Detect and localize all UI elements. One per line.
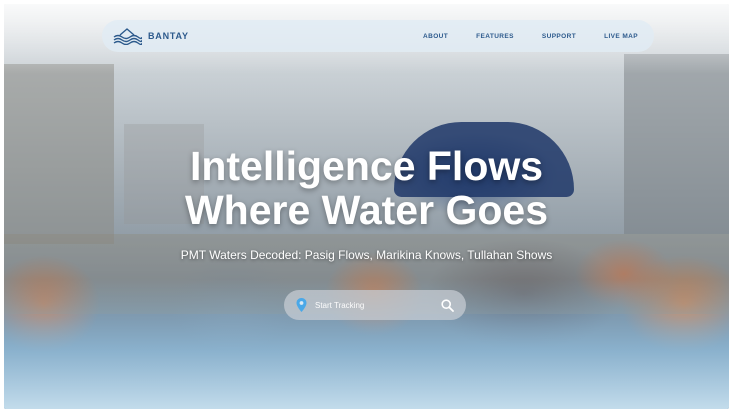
search-input[interactable] bbox=[315, 300, 441, 310]
top-nav-bar: BANTAY ABOUT FEATURES SUPPORT LIVE MAP bbox=[102, 20, 654, 52]
nav-link-about[interactable]: ABOUT bbox=[423, 33, 448, 40]
brand[interactable]: BANTAY bbox=[112, 27, 189, 45]
search-bar[interactable] bbox=[284, 290, 466, 320]
page-frame: BANTAY ABOUT FEATURES SUPPORT LIVE MAP I… bbox=[4, 4, 729, 409]
brand-name: BANTAY bbox=[148, 31, 189, 41]
search-icon[interactable] bbox=[441, 298, 454, 312]
nav-link-support[interactable]: SUPPORT bbox=[542, 33, 576, 40]
nav-link-live-map[interactable]: LIVE MAP bbox=[604, 33, 638, 40]
hero-title-line-1: Intelligence Flows bbox=[189, 143, 544, 189]
map-pin-icon bbox=[296, 298, 307, 312]
hero-subtitle: PMT Waters Decoded: Pasig Flows, Marikin… bbox=[180, 248, 553, 262]
hero-title-line-2: Where Water Goes bbox=[184, 187, 548, 233]
hero-title: Intelligence Flows Where Water Goes bbox=[4, 144, 729, 232]
waves-logo-icon bbox=[113, 28, 142, 45]
nav-links: ABOUT FEATURES SUPPORT LIVE MAP bbox=[423, 33, 638, 40]
nav-link-features[interactable]: FEATURES bbox=[476, 33, 514, 40]
